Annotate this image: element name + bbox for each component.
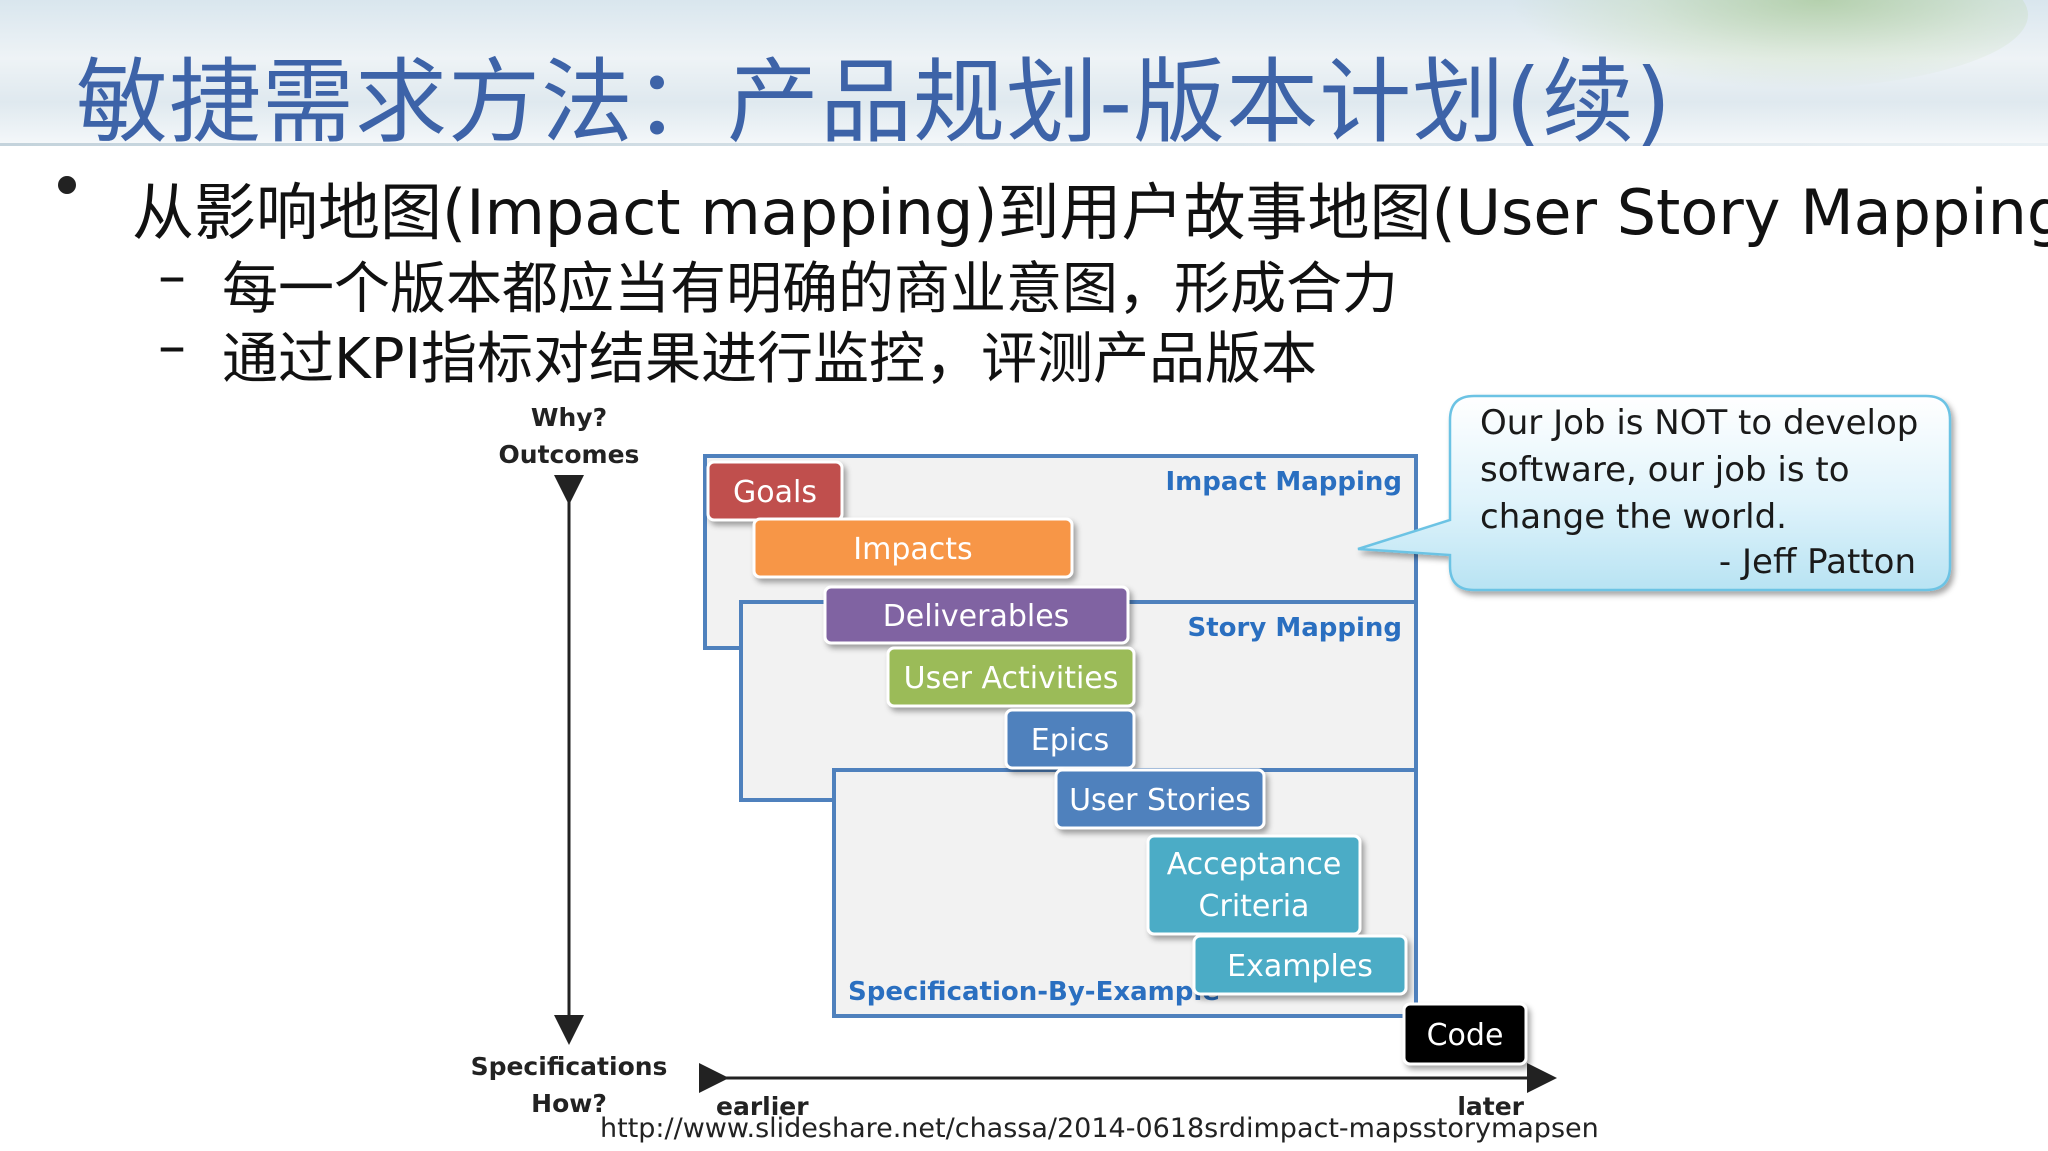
epics-label: Epics bbox=[1031, 723, 1109, 758]
callout-author: - Jeff Patton bbox=[1718, 542, 1916, 582]
acceptance-criteria-box: Acceptance Criteria bbox=[1146, 834, 1362, 936]
axis-outcomes: Outcomes bbox=[499, 440, 640, 469]
axis-why: Why? bbox=[531, 403, 607, 432]
goals-box: Goals bbox=[706, 460, 844, 522]
spec-by-example-label: Specification-By-Example bbox=[848, 977, 1220, 1007]
story-mapping-label: Story Mapping bbox=[1187, 613, 1402, 643]
impacts-label: Impacts bbox=[853, 532, 972, 567]
code-box: Code bbox=[1402, 1002, 1528, 1066]
epics-box: Epics bbox=[1004, 708, 1136, 770]
user-stories-label: User Stories bbox=[1069, 783, 1251, 818]
user-activities-label: User Activities bbox=[904, 661, 1119, 696]
code-label: Code bbox=[1427, 1018, 1504, 1053]
impacts-box: Impacts bbox=[752, 517, 1074, 579]
user-activities-box: User Activities bbox=[886, 646, 1136, 708]
goals-label: Goals bbox=[733, 475, 817, 510]
examples-label: Examples bbox=[1227, 949, 1373, 984]
deliverables-box: Deliverables bbox=[823, 585, 1130, 645]
callout-quote: Our Job is NOT to develop software, our … bbox=[1480, 403, 1919, 537]
examples-box: Examples bbox=[1192, 934, 1408, 996]
source-url: http://www.slideshare.net/chassa/2014-06… bbox=[600, 1113, 1599, 1144]
axis-how: How? bbox=[531, 1089, 607, 1118]
deliverables-label: Deliverables bbox=[883, 599, 1070, 634]
user-stories-box: User Stories bbox=[1054, 768, 1266, 830]
axis-specifications: Specifications bbox=[471, 1052, 668, 1081]
criteria-label: Criteria bbox=[1199, 889, 1310, 924]
impact-mapping-label: Impact Mapping bbox=[1166, 467, 1403, 497]
acceptance-label: Acceptance bbox=[1167, 847, 1342, 882]
